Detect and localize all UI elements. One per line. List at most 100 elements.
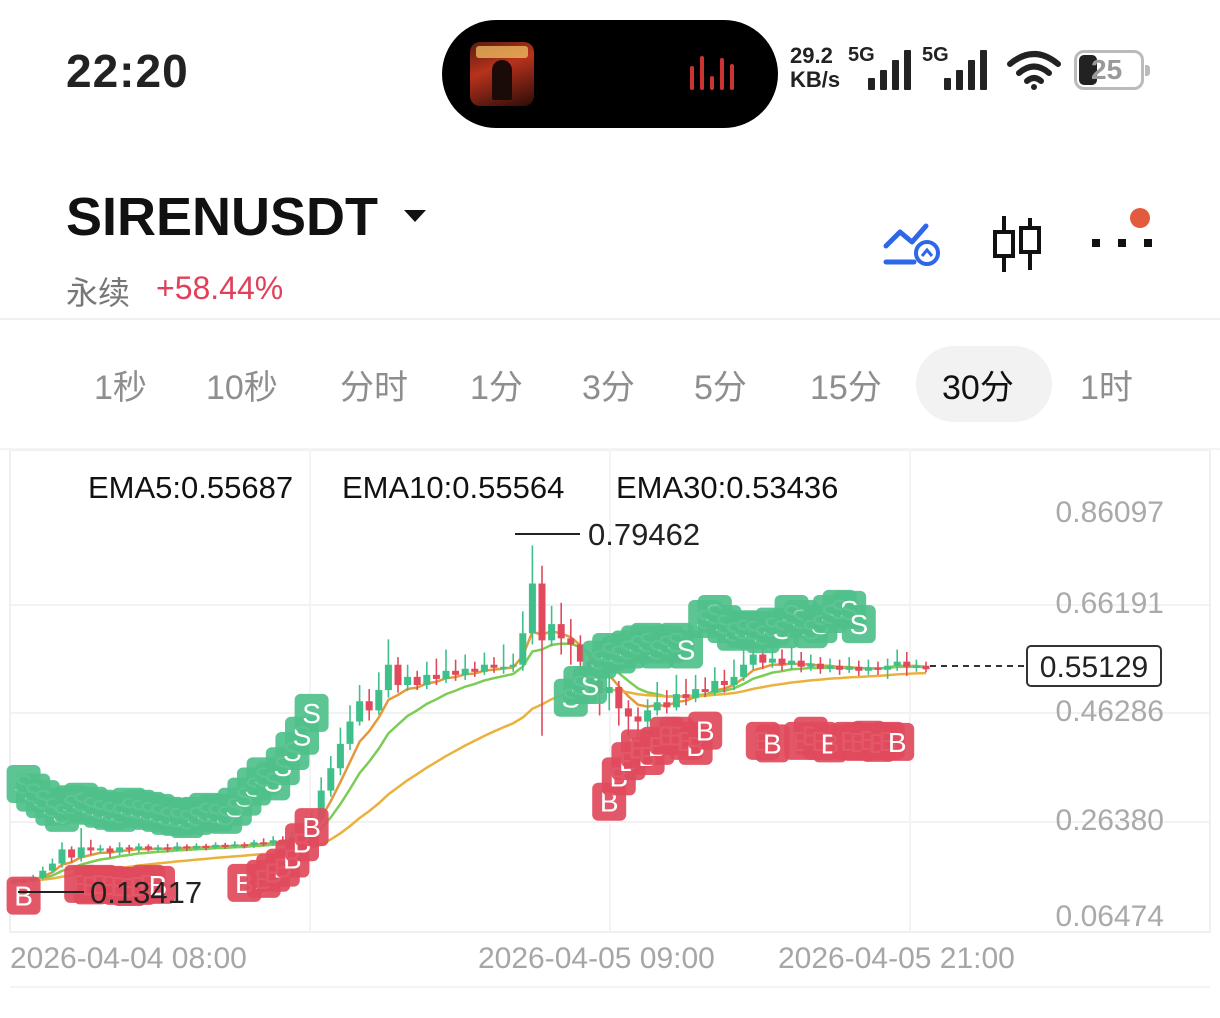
- ema10-line: [13, 642, 927, 882]
- candle-body: [500, 666, 508, 669]
- candle: [116, 842, 124, 855]
- candle-body: [653, 702, 661, 711]
- candle-body: [480, 664, 488, 672]
- now-playing-artwork[interactable]: [470, 42, 534, 106]
- candle: [480, 652, 488, 675]
- ema30-label: EMA30:0.53436: [616, 470, 839, 505]
- candle: [874, 661, 882, 675]
- tab-1s[interactable]: 1秒: [94, 360, 147, 409]
- candle-body: [845, 666, 853, 670]
- sell-marker-label: S: [849, 609, 868, 640]
- candle-body: [807, 663, 815, 667]
- candle: [519, 611, 527, 671]
- candle-body: [452, 670, 460, 675]
- indicator-alert-icon[interactable]: [882, 218, 942, 268]
- candle: [557, 602, 565, 655]
- current-price-label: 0.55129: [1040, 651, 1148, 684]
- candle-body: [884, 665, 892, 670]
- candle-body: [778, 658, 786, 665]
- candle-body: [644, 710, 652, 722]
- symbol-title[interactable]: SIRENUSDT: [66, 186, 378, 248]
- candle: [653, 681, 661, 716]
- candle: [384, 639, 392, 698]
- candle: [816, 657, 824, 674]
- candle-body: [260, 842, 268, 845]
- candle-body: [740, 664, 748, 677]
- signal2-label: 5G: [922, 44, 949, 66]
- candle-body: [768, 658, 776, 663]
- ema5-label: EMA5:0.55687: [88, 470, 294, 505]
- y-tick-label: 0.26380: [1055, 804, 1164, 837]
- buy-marker-label: B: [696, 716, 715, 747]
- candle: [48, 858, 56, 873]
- candle-body: [893, 661, 901, 666]
- sell-marker: S: [294, 693, 329, 732]
- divider: [0, 318, 1220, 320]
- tab-10s[interactable]: 10秒: [206, 360, 278, 409]
- candle-body: [269, 840, 277, 844]
- candle-body: [442, 670, 450, 679]
- candle: [672, 674, 680, 711]
- status-time: 22:20: [66, 45, 189, 97]
- sell-marker-label: S: [677, 634, 696, 665]
- candle-body: [663, 702, 671, 708]
- signal1-label: 5G: [848, 44, 875, 66]
- tab-5m[interactable]: 5分: [694, 360, 747, 409]
- candle-body: [461, 668, 469, 675]
- y-tick-label: 0.66191: [1055, 587, 1164, 620]
- tab-1m[interactable]: 1分: [470, 360, 523, 409]
- candle-body: [797, 660, 805, 667]
- more-icon[interactable]: [1090, 236, 1154, 250]
- candle-body: [384, 664, 392, 691]
- divider: [10, 986, 1210, 988]
- candle-body: [692, 689, 700, 699]
- candle-body: [538, 583, 546, 641]
- candle-body: [922, 665, 930, 670]
- contract-type: 永续: [66, 274, 131, 312]
- chevron-down-icon[interactable]: [404, 210, 426, 222]
- candle-body: [192, 845, 200, 849]
- candle-body: [413, 676, 421, 686]
- candle: [528, 545, 536, 645]
- tab-time-share[interactable]: 分时: [340, 360, 408, 409]
- candle-body: [701, 689, 709, 693]
- candle: [106, 845, 114, 858]
- candle-body: [624, 708, 632, 717]
- candle: [912, 659, 920, 672]
- buy-marker-label: B: [14, 881, 33, 912]
- candle-body: [682, 694, 690, 699]
- candle-body: [634, 716, 642, 722]
- dynamic-island[interactable]: [442, 20, 778, 128]
- candle-body: [58, 849, 66, 864]
- tab-30m[interactable]: 30分: [942, 360, 1014, 409]
- candle: [778, 649, 786, 671]
- candle: [327, 756, 335, 797]
- tab-15m[interactable]: 15分: [810, 360, 882, 409]
- candle: [615, 680, 623, 726]
- ema10-label: EMA10:0.55564: [342, 470, 565, 505]
- tab-3m[interactable]: 3分: [582, 360, 635, 409]
- candle-body: [567, 638, 575, 645]
- buy-marker: B: [6, 876, 41, 915]
- x-tick-label: 2026-04-05 21:00: [778, 942, 1015, 975]
- candle-body: [759, 654, 767, 663]
- candle-body: [490, 664, 498, 668]
- candle: [855, 660, 863, 676]
- candle: [87, 839, 95, 855]
- candle-body: [836, 665, 844, 670]
- candle-body: [48, 863, 56, 871]
- candle-body: [96, 848, 104, 851]
- tab-1h[interactable]: 1时: [1080, 360, 1133, 409]
- audio-wave-icon: [690, 54, 744, 94]
- candle-body: [548, 624, 556, 641]
- candle-body: [528, 583, 536, 634]
- candlestick-icon[interactable]: [990, 214, 1046, 274]
- candle-body: [135, 846, 143, 850]
- buy-marker: B: [880, 722, 915, 761]
- candle-body: [912, 665, 920, 668]
- candlestick-chart[interactable]: SSSSSSSSSSSSSSSSSSSSSSSSSSSSSSSSSSSSSSSS…: [0, 450, 1220, 986]
- candle-body: [874, 667, 882, 670]
- candle: [375, 672, 383, 715]
- candle-body: [173, 846, 181, 850]
- x-tick-label: 2026-04-05 09:00: [478, 942, 715, 975]
